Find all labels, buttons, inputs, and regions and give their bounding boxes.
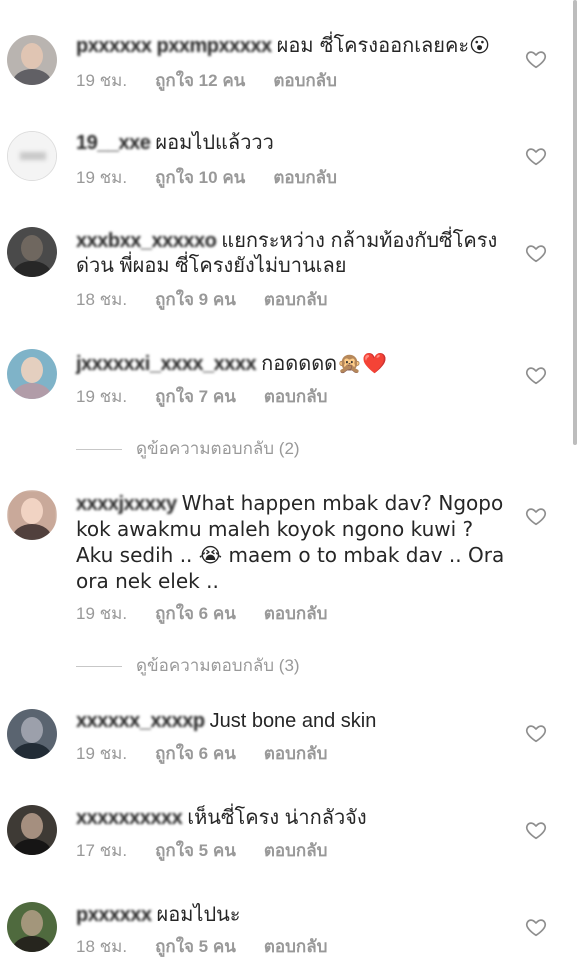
reply-button[interactable]: ตอบกลับ: [264, 290, 328, 310]
reply-button[interactable]: ตอบกลับ: [273, 168, 337, 188]
comment-username[interactable]: xxxxxx_xxxxp: [76, 710, 205, 732]
comment-likes[interactable]: ถูกใจ 5 คน: [155, 937, 236, 957]
view-replies-label[interactable]: ดูข้อความตอบกลับ (2): [136, 438, 300, 460]
comment-text: ผอม ซี่โครงออกเลยคะ😮: [276, 33, 490, 57]
comment-text: ผอมไปนะ: [156, 904, 241, 926]
comment-text: Just bone and skin: [209, 710, 377, 732]
comment-time: 19 ชม.: [76, 71, 128, 90]
reply-button[interactable]: ตอบกลับ: [264, 604, 328, 624]
comment-time: 18 ชม.: [76, 937, 128, 956]
comment-username[interactable]: xxxxjxxxxy: [76, 493, 177, 515]
comment-body: xxxxjxxxxy What happen mbak dav? Ngopo ko…: [76, 491, 508, 595]
comment-likes[interactable]: ถูกใจ 9 คน: [155, 290, 236, 310]
comment-body: xxxbxx_xxxxxo แยกระหว่าง กล้ามท้องกับซี่โ…: [76, 229, 508, 279]
view-replies-label[interactable]: ดูข้อความตอบกลับ (3): [136, 655, 300, 677]
avatar[interactable]: [7, 805, 57, 855]
avatar[interactable]: [7, 902, 57, 952]
reply-button[interactable]: ตอบกลับ: [264, 937, 328, 957]
comment-likes[interactable]: ถูกใจ 7 คน: [155, 387, 236, 407]
divider: [76, 666, 122, 667]
comment-text: ผอมไปแล้ววว: [155, 132, 274, 154]
comment-time: 17 ชม.: [76, 841, 128, 860]
comment-meta: 19 ชม. ถูกใจ 6 คน ตอบกลับ: [76, 744, 327, 764]
comment-time: 18 ชม.: [76, 290, 128, 309]
comment-username[interactable]: xxxbxx_xxxxxo: [76, 230, 217, 252]
reply-button[interactable]: ตอบกลับ: [264, 841, 328, 861]
comment-likes[interactable]: ถูกใจ 5 คน: [155, 841, 236, 861]
comment-username[interactable]: pxxxxxx: [76, 904, 152, 926]
avatar[interactable]: [7, 227, 57, 277]
comment-text: กอดดดด🙊❤️: [261, 351, 387, 375]
comment-username[interactable]: 19__xxe: [76, 132, 151, 154]
comment-likes[interactable]: ถูกใจ 6 คน: [155, 604, 236, 624]
comment-body: xxxxxx_xxxxp Just bone and skin: [76, 709, 508, 734]
comment-body: jxxxxxxi_xxxx_xxxx กอดดดด🙊❤️: [76, 351, 508, 377]
comment-username[interactable]: pxxxxxx pxxmpxxxxx: [76, 35, 272, 57]
reply-button[interactable]: ตอบกลับ: [264, 744, 328, 764]
comment-time: 19 ชม.: [76, 387, 128, 406]
heart-outline-icon[interactable]: [525, 505, 547, 527]
comment-meta: 19 ชม. ถูกใจ 7 คน ตอบกลับ: [76, 387, 327, 407]
comment-meta: 18 ชม. ถูกใจ 9 คน ตอบกลับ: [76, 290, 327, 310]
comment-likes[interactable]: ถูกใจ 12 คน: [155, 71, 245, 91]
heart-outline-icon[interactable]: [525, 916, 547, 938]
avatar[interactable]: [7, 35, 57, 85]
comment-likes[interactable]: ถูกใจ 6 คน: [155, 744, 236, 764]
heart-outline-icon[interactable]: [525, 364, 547, 386]
divider: [76, 449, 122, 450]
heart-outline-icon[interactable]: [525, 48, 547, 70]
comment-body: pxxxxxx pxxmpxxxxx ผอม ซี่โครงออกเลยคะ😮: [76, 33, 508, 59]
comment-meta: 19 ชม. ถูกใจ 6 คน ตอบกลับ: [76, 604, 327, 624]
comment-time: 19 ชม.: [76, 744, 128, 763]
scrollbar[interactable]: [573, 0, 577, 445]
avatar[interactable]: [7, 490, 57, 540]
comment-body: xxxxxxxxxx เห็นซี่โครง น่ากลัวจัง: [76, 806, 508, 831]
heart-outline-icon[interactable]: [525, 145, 547, 167]
comment-meta: 19 ชม. ถูกใจ 10 คน ตอบกลับ: [76, 168, 337, 188]
reply-button[interactable]: ตอบกลับ: [264, 387, 328, 407]
comment-meta: 18 ชม. ถูกใจ 5 คน ตอบกลับ: [76, 937, 327, 957]
comment-meta: 19 ชม. ถูกใจ 12 คน ตอบกลับ: [76, 71, 337, 91]
comment-text: เห็นซี่โครง น่ากลัวจัง: [187, 807, 367, 829]
heart-outline-icon[interactable]: [525, 242, 547, 264]
avatar[interactable]: [7, 131, 57, 181]
comment-body: 19__xxe ผอมไปแล้ววว: [76, 131, 508, 156]
comment-body: pxxxxxx ผอมไปนะ: [76, 903, 508, 928]
comment-username[interactable]: jxxxxxxi_xxxx_xxxx: [76, 353, 257, 375]
comment-time: 19 ชม.: [76, 604, 128, 623]
comment-meta: 17 ชม. ถูกใจ 5 คน ตอบกลับ: [76, 841, 327, 861]
avatar[interactable]: [7, 349, 57, 399]
heart-outline-icon[interactable]: [525, 819, 547, 841]
comment-likes[interactable]: ถูกใจ 10 คน: [155, 168, 245, 188]
avatar[interactable]: [7, 709, 57, 759]
reply-button[interactable]: ตอบกลับ: [273, 71, 337, 91]
comment-username[interactable]: xxxxxxxxxx: [76, 807, 183, 829]
comment-time: 19 ชม.: [76, 168, 128, 187]
heart-outline-icon[interactable]: [525, 722, 547, 744]
